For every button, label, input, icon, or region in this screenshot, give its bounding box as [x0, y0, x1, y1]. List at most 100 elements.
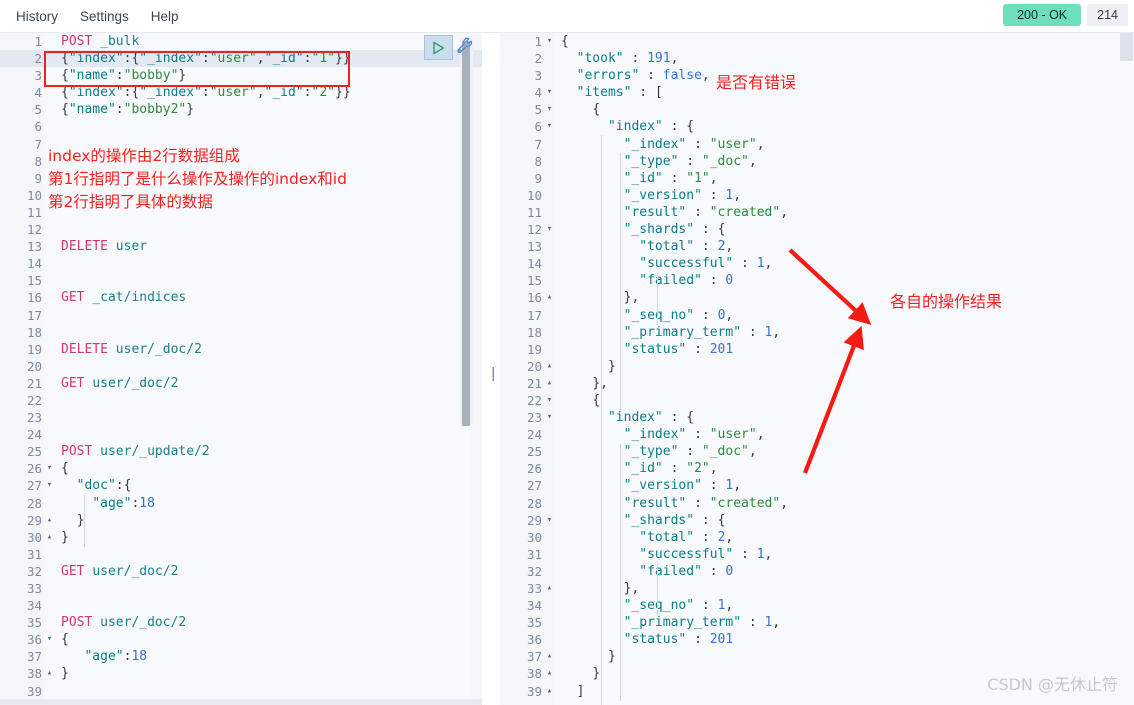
response-pane[interactable]: 1 ▾{2 "took" : 191, 3 "errors" : false, 4 ▾ …: [500, 33, 1134, 705]
fold-toggle-icon[interactable]: ▴: [544, 665, 555, 682]
fold-toggle-icon[interactable]: ▾: [44, 477, 55, 494]
fold-toggle-icon[interactable]: ▴: [544, 683, 555, 700]
code-line[interactable]: 35 POST user/_doc/2: [0, 614, 482, 631]
code-line[interactable]: 15 "failed" : 0: [500, 272, 1134, 289]
code-line[interactable]: 4 {"index":{"_index":"user","_id":"2"}}: [0, 84, 482, 101]
code-line[interactable]: 14: [0, 255, 482, 272]
fold-toggle-icon[interactable]: ▴: [544, 289, 555, 306]
response-scrollbar[interactable]: [1120, 33, 1133, 61]
menu-item-history[interactable]: History: [6, 6, 68, 27]
fold-toggle-icon[interactable]: ▴: [544, 580, 555, 597]
editor-scrollbar-thumb[interactable]: [462, 41, 470, 426]
code-line[interactable]: 1 POST _bulk: [0, 33, 482, 50]
fold-toggle-icon[interactable]: ▾: [544, 101, 555, 118]
menu-item-help[interactable]: Help: [141, 6, 189, 27]
code-line[interactable]: 21 ▴ },: [500, 375, 1134, 392]
code-line[interactable]: 30 ▴}: [0, 529, 482, 546]
code-line[interactable]: 37 "age":18: [0, 648, 482, 665]
code-line[interactable]: 8 "_type" : "_doc",: [500, 153, 1134, 170]
fold-toggle-icon[interactable]: ▾: [544, 221, 555, 238]
fold-toggle-icon[interactable]: ▾: [544, 512, 555, 529]
code-line[interactable]: 18: [0, 324, 482, 341]
code-line[interactable]: 13 DELETE user: [0, 238, 482, 255]
code-line[interactable]: 34 "_seq_no" : 1,: [500, 597, 1134, 614]
code-line[interactable]: 14 "successful" : 1,: [500, 255, 1134, 272]
code-line[interactable]: 3 "errors" : false,: [500, 67, 1134, 84]
code-line[interactable]: 21 GET user/_doc/2: [0, 375, 482, 392]
code-line[interactable]: 25 "_type" : "_doc",: [500, 443, 1134, 460]
code-line[interactable]: 19 "status" : 201: [500, 341, 1134, 358]
code-line[interactable]: 13 "total" : 2,: [500, 238, 1134, 255]
code-line[interactable]: 28 "result" : "created",: [500, 495, 1134, 512]
code-line[interactable]: 32 GET user/_doc/2: [0, 563, 482, 580]
code-line[interactable]: 35 "_primary_term" : 1,: [500, 614, 1134, 631]
fold-toggle-icon[interactable]: ▾: [544, 118, 555, 135]
fold-toggle-icon[interactable]: ▾: [544, 409, 555, 426]
code-line[interactable]: 2 "took" : 191,: [500, 50, 1134, 67]
code-line[interactable]: 32 "failed" : 0: [500, 563, 1134, 580]
code-line[interactable]: 33 ▴ },: [500, 580, 1134, 597]
request-options-button[interactable]: [455, 36, 477, 60]
code-line[interactable]: 29 ▴ }: [0, 512, 482, 529]
run-request-button[interactable]: [424, 35, 453, 60]
fold-toggle-icon[interactable]: ▴: [44, 529, 55, 546]
code-line[interactable]: 31: [0, 546, 482, 563]
request-editor-code[interactable]: 1 POST _bulk 2 {"index":{"_index":"user","_…: [0, 33, 482, 705]
code-line[interactable]: 1 ▾ {: [500, 33, 1134, 50]
code-line[interactable]: 24: [0, 426, 482, 443]
code-line[interactable]: 34: [0, 597, 482, 614]
code-line[interactable]: 2 {"index":{"_index":"user","_id":"1"}}: [0, 50, 482, 68]
fold-toggle-icon[interactable]: ▾: [544, 33, 555, 50]
response-json-code[interactable]: 1 ▾{2 "took" : 191, 3 "errors" : false, 4 ▾ …: [500, 33, 1134, 705]
request-editor-pane[interactable]: 1 POST _bulk 2 {"index":{"_index":"user","_…: [0, 33, 482, 705]
code-line[interactable]: 20 ▴ }: [500, 358, 1134, 375]
code-line[interactable]: 6: [0, 118, 482, 135]
fold-toggle-icon[interactable]: ▾: [44, 460, 55, 477]
code-line[interactable]: 33: [0, 580, 482, 597]
code-line[interactable]: 12: [0, 221, 482, 238]
code-line[interactable]: 19 DELETE user/_doc/2: [0, 341, 482, 358]
code-line[interactable]: 39: [0, 683, 482, 700]
code-line[interactable]: 27 "_version" : 1,: [500, 477, 1134, 494]
code-line[interactable]: 5 {"name":"bobby2"}: [0, 101, 482, 118]
code-line[interactable]: 23 ▾ "index" : {: [500, 409, 1134, 426]
editor-actions[interactable]: [424, 35, 477, 60]
code-line[interactable]: 38 ▴}: [0, 665, 482, 682]
code-line[interactable]: 24 "_index" : "user",: [500, 426, 1134, 443]
code-line[interactable]: 26 ▾ {: [0, 460, 482, 477]
fold-toggle-icon[interactable]: ▴: [44, 512, 55, 529]
editor-scrollbar[interactable]: [460, 37, 473, 426]
code-line[interactable]: 36 ▾ {: [0, 631, 482, 648]
code-line[interactable]: 31 "successful" : 1,: [500, 546, 1134, 563]
code-line[interactable]: 36 "status" : 201: [500, 631, 1134, 648]
code-line[interactable]: 7 "_index" : "user",: [500, 136, 1134, 153]
fold-toggle-icon[interactable]: ▴: [44, 665, 55, 682]
code-line[interactable]: 20: [0, 358, 482, 375]
code-line[interactable]: 25 POST user/_update/2: [0, 443, 482, 460]
fold-toggle-icon[interactable]: ▾: [544, 84, 555, 101]
code-line[interactable]: 4 ▾ "items" : [: [500, 84, 1134, 101]
fold-toggle-icon[interactable]: ▴: [544, 648, 555, 665]
code-line[interactable]: 12 ▾ "_shards" : {: [500, 221, 1134, 238]
code-line[interactable]: 30 "total" : 2,: [500, 529, 1134, 546]
code-line[interactable]: 37 ▴ }: [500, 648, 1134, 665]
code-line[interactable]: 26 "_id" : "2",: [500, 460, 1134, 477]
code-line[interactable]: 22: [0, 392, 482, 409]
code-line[interactable]: 17: [0, 307, 482, 324]
code-line[interactable]: 18 "_primary_term" : 1,: [500, 324, 1134, 341]
code-line[interactable]: 16 GET _cat/indices: [0, 289, 482, 306]
code-line[interactable]: 23: [0, 409, 482, 426]
code-line[interactable]: 6 ▾ "index" : {: [500, 118, 1134, 135]
code-line[interactable]: 15: [0, 272, 482, 289]
menu-item-settings[interactable]: Settings: [70, 6, 139, 27]
pane-splitter[interactable]: ||: [483, 33, 507, 705]
code-line[interactable]: 28 "age":18: [0, 495, 482, 512]
code-line[interactable]: 29 ▾ "_shards" : {: [500, 512, 1134, 529]
fold-toggle-icon[interactable]: ▴: [544, 358, 555, 375]
code-line[interactable]: 17 "_seq_no" : 0,: [500, 307, 1134, 324]
code-line[interactable]: 3 {"name":"bobby"}: [0, 67, 482, 84]
code-line[interactable]: 10 "_version" : 1,: [500, 187, 1134, 204]
fold-toggle-icon[interactable]: ▾: [44, 631, 55, 648]
code-line[interactable]: 27 ▾ "doc":{: [0, 477, 482, 494]
code-line[interactable]: 16 ▴ },: [500, 289, 1134, 306]
